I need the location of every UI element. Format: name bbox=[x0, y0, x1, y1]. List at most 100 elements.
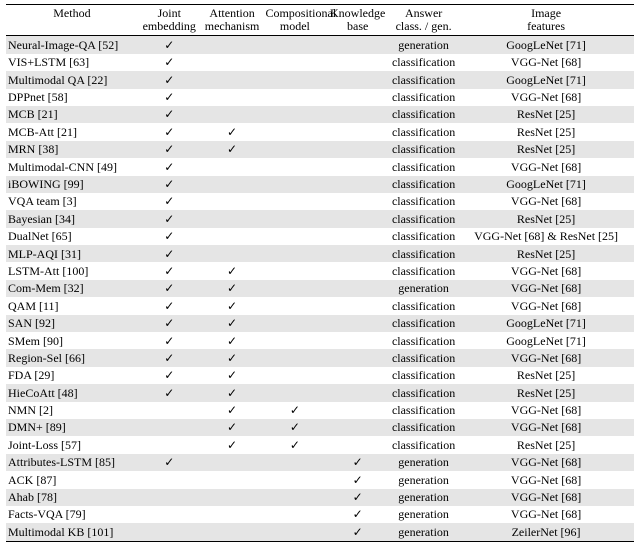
method-cell: Bayesian [34] bbox=[6, 210, 138, 227]
check-cell: ✓ bbox=[201, 123, 264, 140]
check-cell: ✓ bbox=[263, 402, 326, 419]
col-ans-l2: class. / gen. bbox=[391, 20, 456, 33]
features-cell: ResNet [25] bbox=[458, 123, 634, 140]
features-cell: ResNet [25] bbox=[458, 245, 634, 262]
answer-cell: generation bbox=[389, 489, 458, 506]
check-cell: ✓ bbox=[201, 315, 264, 332]
check-cell bbox=[138, 471, 201, 488]
check-cell bbox=[263, 245, 326, 262]
answer-cell: classification bbox=[389, 315, 458, 332]
check-cell bbox=[201, 471, 264, 488]
check-cell: ✓ bbox=[138, 158, 201, 175]
features-cell: VGG-Net [68] bbox=[458, 89, 634, 106]
features-cell: VGG-Net [68] bbox=[458, 402, 634, 419]
check-cell bbox=[326, 315, 389, 332]
method-cell: Ahab [78] bbox=[6, 489, 138, 506]
check-cell: ✓ bbox=[138, 123, 201, 140]
check-cell: ✓ bbox=[201, 297, 264, 314]
check-cell bbox=[263, 106, 326, 123]
check-cell: ✓ bbox=[201, 419, 264, 436]
features-cell: ResNet [25] bbox=[458, 384, 634, 401]
check-icon: ✓ bbox=[164, 455, 174, 469]
check-cell: ✓ bbox=[138, 176, 201, 193]
check-cell: ✓ bbox=[201, 349, 264, 366]
check-cell: ✓ bbox=[138, 54, 201, 71]
features-cell: GoogLeNet [71] bbox=[458, 332, 634, 349]
method-cell: ACK [87] bbox=[6, 471, 138, 488]
check-cell bbox=[263, 523, 326, 541]
check-cell bbox=[263, 123, 326, 140]
features-cell: GoogLeNet [71] bbox=[458, 71, 634, 88]
table-row: Multimodal-CNN [49]✓classificationVGG-Ne… bbox=[6, 158, 634, 175]
check-cell: ✓ bbox=[138, 71, 201, 88]
check-icon: ✓ bbox=[164, 368, 174, 382]
method-cell: Facts-VQA [79] bbox=[6, 506, 138, 523]
check-cell bbox=[201, 454, 264, 471]
check-cell bbox=[326, 332, 389, 349]
check-cell bbox=[326, 141, 389, 158]
table-row: Multimodal KB [101]✓generationZeilerNet … bbox=[6, 523, 634, 541]
check-cell: ✓ bbox=[138, 297, 201, 314]
check-icon: ✓ bbox=[227, 351, 237, 365]
check-cell: ✓ bbox=[138, 141, 201, 158]
answer-cell: classification bbox=[389, 54, 458, 71]
check-cell bbox=[263, 349, 326, 366]
check-icon: ✓ bbox=[164, 334, 174, 348]
check-icon: ✓ bbox=[227, 281, 237, 295]
check-cell bbox=[201, 106, 264, 123]
answer-cell: classification bbox=[389, 71, 458, 88]
features-cell: VGG-Net [68] bbox=[458, 54, 634, 71]
check-cell: ✓ bbox=[326, 489, 389, 506]
features-cell: ResNet [25] bbox=[458, 106, 634, 123]
method-cell: iBOWING [99] bbox=[6, 176, 138, 193]
col-attention: Attention mechanism bbox=[201, 5, 264, 36]
check-cell bbox=[263, 332, 326, 349]
check-icon: ✓ bbox=[227, 334, 237, 348]
check-cell bbox=[201, 245, 264, 262]
answer-cell: classification bbox=[389, 176, 458, 193]
check-icon: ✓ bbox=[164, 90, 174, 104]
check-cell bbox=[263, 54, 326, 71]
check-icon: ✓ bbox=[227, 264, 237, 278]
check-cell bbox=[263, 228, 326, 245]
col-compositional: Compositional model bbox=[263, 5, 326, 36]
check-icon: ✓ bbox=[164, 142, 174, 156]
check-icon: ✓ bbox=[164, 299, 174, 313]
check-cell bbox=[263, 454, 326, 471]
check-cell: ✓ bbox=[138, 315, 201, 332]
check-cell bbox=[263, 158, 326, 175]
answer-cell: classification bbox=[389, 106, 458, 123]
check-cell bbox=[138, 489, 201, 506]
table-row: Facts-VQA [79]✓generationVGG-Net [68] bbox=[6, 506, 634, 523]
method-cell: Attributes-LSTM [85] bbox=[6, 454, 138, 471]
col-method: Method bbox=[6, 5, 138, 36]
answer-cell: classification bbox=[389, 402, 458, 419]
answer-cell: classification bbox=[389, 384, 458, 401]
features-cell: VGG-Net [68] bbox=[458, 471, 634, 488]
check-cell bbox=[326, 158, 389, 175]
method-cell: NMN [2] bbox=[6, 402, 138, 419]
answer-cell: classification bbox=[389, 210, 458, 227]
check-cell bbox=[263, 384, 326, 401]
features-cell: ResNet [25] bbox=[458, 436, 634, 453]
method-cell: Joint-Loss [57] bbox=[6, 436, 138, 453]
method-cell: MLP-AQI [31] bbox=[6, 245, 138, 262]
table-row: QAM [11]✓✓classificationVGG-Net [68] bbox=[6, 297, 634, 314]
check-icon: ✓ bbox=[227, 316, 237, 330]
check-icon: ✓ bbox=[227, 420, 237, 434]
method-cell: Region-Sel [66] bbox=[6, 349, 138, 366]
features-cell: ZeilerNet [96] bbox=[458, 523, 634, 541]
check-icon: ✓ bbox=[353, 507, 363, 521]
features-cell: VGG-Net [68] bbox=[458, 506, 634, 523]
check-icon: ✓ bbox=[164, 38, 174, 52]
answer-cell: generation bbox=[389, 36, 458, 54]
answer-cell: classification bbox=[389, 123, 458, 140]
check-icon: ✓ bbox=[164, 229, 174, 243]
check-cell bbox=[326, 384, 389, 401]
check-icon: ✓ bbox=[164, 281, 174, 295]
table-body: Neural-Image-QA [52]✓generationGoogLeNet… bbox=[6, 36, 634, 541]
check-cell: ✓ bbox=[326, 523, 389, 541]
check-icon: ✓ bbox=[290, 403, 300, 417]
check-cell: ✓ bbox=[138, 332, 201, 349]
check-cell: ✓ bbox=[138, 349, 201, 366]
